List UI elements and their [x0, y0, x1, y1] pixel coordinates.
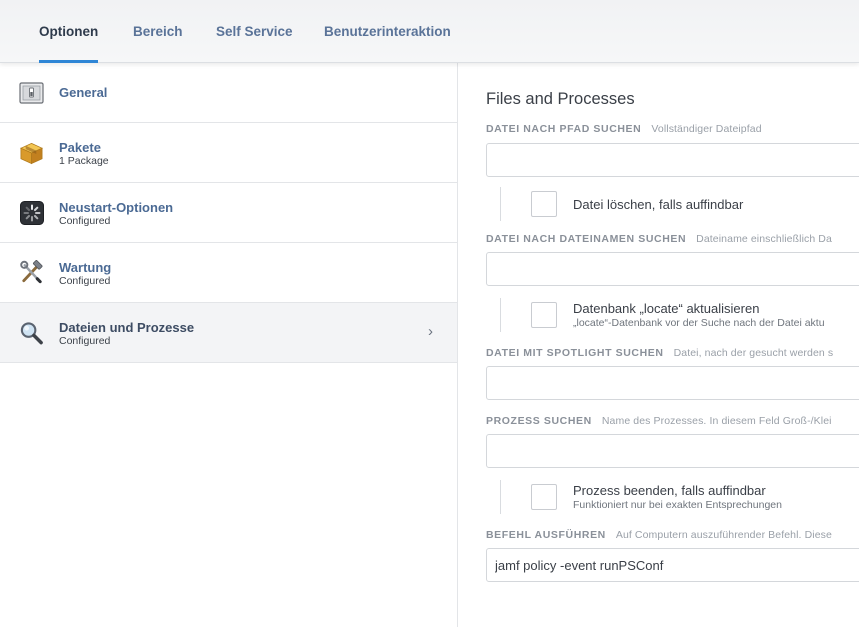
search-filename-input[interactable] [486, 252, 859, 286]
switch-icon [19, 80, 44, 105]
search-process-label-text: PROZESS SUCHEN [486, 415, 592, 427]
kill-process-checkbox[interactable] [531, 484, 557, 510]
indent-bar [500, 298, 501, 332]
sidebar: General Pakete 1 Package Neustart-Option… [0, 63, 458, 627]
sidebar-item-label: Wartung [59, 260, 112, 275]
tab-bereich[interactable]: Bereich [133, 0, 183, 63]
indent-bar [500, 480, 501, 514]
sidebar-item-label: Dateien und Prozesse [59, 320, 195, 335]
chevron-right-icon: › [428, 323, 433, 340]
tools-icon [19, 259, 44, 285]
update-locate-label: Datenbank „locate“ aktualisieren [573, 301, 760, 316]
section-title: Files and Processes [486, 90, 635, 108]
search-filename-label-text: DATEI NACH DATEINAMEN SUCHEN [486, 233, 687, 245]
search-filename-hint: Dateiname einschließlich Da [696, 233, 832, 245]
sidebar-item-label: Pakete [59, 140, 101, 155]
sidebar-item-status: 1 Package [59, 155, 109, 167]
command-label: BEFEHL AUSFÜHREN Auf Computern auszuführe… [486, 529, 832, 541]
search-process-input[interactable] [486, 434, 859, 468]
search-path-label: DATEI NACH PFAD SUCHEN Vollständiger Date… [486, 123, 762, 135]
sidebar-item-general[interactable]: General [0, 63, 457, 123]
update-locate-checkbox[interactable] [531, 302, 557, 328]
indent-bar [500, 187, 501, 221]
kill-process-label: Prozess beenden, falls auffindbar [573, 483, 766, 498]
command-input[interactable] [486, 548, 859, 582]
sidebar-item-status: Configured [59, 215, 111, 227]
tab-benutzerinteraktion[interactable]: Benutzerinteraktion [324, 0, 451, 63]
package-icon [19, 140, 44, 165]
search-path-label-text: DATEI NACH PFAD SUCHEN [486, 123, 642, 135]
top-tab-bar: Optionen Bereich Self Service Benutzerin… [0, 0, 859, 63]
sidebar-item-label: General [59, 85, 108, 100]
search-path-hint: Vollständiger Dateipfad [651, 123, 762, 135]
delete-file-label: Datei löschen, falls auffindbar [573, 197, 744, 212]
magnifier-icon [19, 320, 44, 345]
command-hint: Auf Computern auszuführender Befehl. Die… [615, 529, 832, 541]
spotlight-label: DATEI MIT SPOTLIGHT SUCHEN Datei, nach de… [486, 347, 833, 359]
restart-icon [19, 200, 44, 225]
tab-self-service[interactable]: Self Service [216, 0, 293, 63]
sidebar-item-neustart-optionen[interactable]: Neustart-Optionen Configured [0, 183, 457, 243]
tab-optionen[interactable]: Optionen [39, 0, 99, 63]
sidebar-item-pakete[interactable]: Pakete 1 Package [0, 123, 457, 183]
sidebar-item-dateien-und-prozesse[interactable]: Dateien und Prozesse Configured › [0, 303, 457, 363]
spotlight-label-text: DATEI MIT SPOTLIGHT SUCHEN [486, 347, 664, 359]
sidebar-item-label: Neustart-Optionen [59, 200, 174, 215]
spotlight-hint: Datei, nach der gesucht werden s [673, 347, 834, 359]
command-label-text: BEFEHL AUSFÜHREN [486, 529, 606, 541]
update-locate-description: „locate“-Datenbank vor der Suche nach de… [573, 317, 825, 329]
sidebar-item-status: Configured [59, 275, 111, 287]
search-path-input[interactable] [486, 143, 859, 177]
files-and-processes-panel: Files and Processes DATEI NACH PFAD SUCH… [458, 63, 859, 627]
kill-process-description: Funktioniert nur bei exakten Entsprechun… [573, 499, 782, 511]
search-filename-label: DATEI NACH DATEINAMEN SUCHEN Dateiname ei… [486, 233, 832, 245]
search-process-label: PROZESS SUCHEN Name des Prozesses. In die… [486, 415, 832, 427]
delete-file-checkbox[interactable] [531, 191, 557, 217]
search-process-hint: Name des Prozesses. In diesem Feld Groß-… [601, 415, 832, 427]
sidebar-item-wartung[interactable]: Wartung Configured [0, 243, 457, 303]
spotlight-input[interactable] [486, 366, 859, 400]
sidebar-item-status: Configured [59, 335, 111, 347]
